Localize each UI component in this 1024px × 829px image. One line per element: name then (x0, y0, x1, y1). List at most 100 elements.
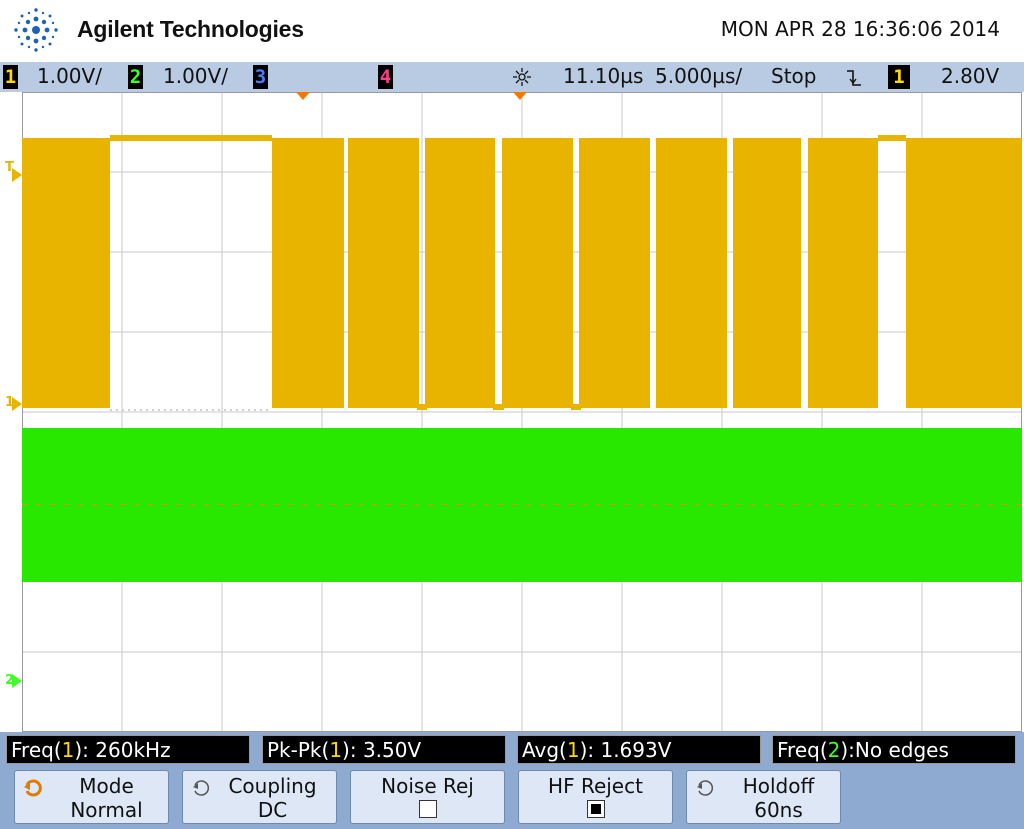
delay-reference-marker (513, 92, 527, 100)
measurement-freq-ch2[interactable]: Freq(2):No edges (772, 735, 1016, 764)
baseline-dot (260, 409, 262, 411)
ch2-center-dash (582, 504, 588, 505)
baseline-dot (164, 409, 166, 411)
ch1-burst (656, 138, 727, 408)
ch2-center-dash (946, 504, 952, 505)
ch2-center-dash (666, 504, 672, 505)
rotary-knob-icon (697, 780, 714, 796)
ch2-center-dash (960, 504, 966, 505)
baseline-dot (200, 409, 202, 411)
ch2-center-dash (806, 504, 812, 505)
ch2-center-dash (610, 504, 616, 505)
ch1-gap-low (493, 404, 504, 410)
ch1-gap-low (571, 404, 581, 410)
ch2-center-dash (218, 504, 224, 505)
trigger-position-marker (296, 92, 310, 100)
ch2-center-dash (428, 504, 434, 505)
ch2-center-dash (890, 504, 896, 505)
holdoff-softkey[interactable]: Holdoff 60ns (686, 770, 841, 824)
measurement-avg-ch1[interactable]: Avg(1): 1.693V (517, 735, 761, 764)
ch2-center-dash (708, 504, 714, 505)
coupling-softkey[interactable]: Coupling DC (182, 770, 337, 824)
measurement-bar: Freq(1): 260kHz Pk-Pk(1): 3.50V Avg(1): … (0, 732, 1024, 767)
baseline-dot (176, 409, 178, 411)
ch1-scale: 1.00V/ (37, 64, 102, 88)
ch2-center-dash (246, 504, 252, 505)
baseline-dot (146, 409, 148, 411)
baseline-dot (248, 409, 250, 411)
ch1-idle-high (878, 135, 906, 141)
ch2-center-dash (204, 504, 210, 505)
ch2-center-dash (22, 504, 28, 505)
ch1-burst (579, 138, 650, 408)
ch2-center-dash (722, 504, 728, 505)
ch2-center-dash (36, 504, 42, 505)
horizontal-reference-icon (513, 68, 531, 86)
ch2-center-dash (176, 504, 182, 505)
ch2-center-dash (876, 504, 882, 505)
ch1-burst (22, 138, 110, 408)
measurement-pkpk-ch1[interactable]: Pk-Pk(1): 3.50V (262, 735, 506, 764)
ch2-center-dash (834, 504, 840, 505)
ch2-center-dash (652, 504, 658, 505)
baseline-dot (206, 409, 208, 411)
hf-reject-checkbox[interactable] (586, 800, 605, 818)
baseline-dot (254, 409, 256, 411)
baseline-dot (152, 409, 154, 411)
baseline-dot (158, 409, 160, 411)
ch2-center-dash (988, 504, 994, 505)
ch2-center-dash (862, 504, 868, 505)
ch2-center-dash (484, 504, 490, 505)
header-bar: Agilent Technologies MON APR 28 16:36:06… (0, 0, 1024, 62)
ch1-indicator[interactable]: 1 (3, 65, 18, 89)
waveform-display[interactable] (22, 92, 1022, 732)
ch2-center-dash (736, 504, 742, 505)
delay-value: 11.10µs (563, 64, 644, 88)
ch2-center-dash (694, 504, 700, 505)
ch2-center-dash (400, 504, 406, 505)
trigger-level: 2.80V (941, 64, 1000, 88)
graticule (22, 92, 1022, 732)
measurement-freq-ch1[interactable]: Freq(1): 260kHz (6, 735, 250, 764)
ch3-indicator[interactable]: 3 (253, 65, 268, 89)
ch2-center-dash (764, 504, 770, 505)
date-time: MON APR 28 16:36:06 2014 (720, 17, 1000, 41)
ch2-center-dash (526, 504, 532, 505)
ch2-center-dash (78, 504, 84, 505)
ch1-burst (272, 138, 344, 408)
ch2-center-dash (624, 504, 630, 505)
noise-reject-checkbox[interactable] (418, 800, 437, 818)
ch2-center-dash (148, 504, 154, 505)
ch2-center-dash (680, 504, 686, 505)
ch2-center-dash (274, 504, 280, 505)
trigger-source-indicator[interactable]: 1 (888, 65, 910, 89)
baseline-dot (212, 409, 214, 411)
ch2-center-dash (50, 504, 56, 505)
ch1-gap-low (417, 404, 427, 410)
ch2-center-dash (750, 504, 756, 505)
baseline-dot (188, 409, 190, 411)
agilent-spark-logo-icon (14, 8, 58, 52)
ch4-indicator[interactable]: 4 (378, 65, 393, 89)
ch2-center-dash (932, 504, 938, 505)
ch1-burst (733, 138, 801, 408)
baseline-dot (218, 409, 220, 411)
ch2-center-dash (330, 504, 336, 505)
mode-softkey[interactable]: Mode Normal (14, 770, 169, 824)
baseline-dot (116, 409, 118, 411)
noise-reject-softkey[interactable]: Noise Rej (350, 770, 505, 824)
baseline-dot (134, 409, 136, 411)
baseline-dot (110, 409, 112, 411)
softkey-bar: Mode Normal Coupling DC Noise Rej HF Rej… (0, 767, 1024, 829)
ch2-center-dash (596, 504, 602, 505)
ch2-indicator[interactable]: 2 (128, 65, 143, 89)
ch2-center-dash (554, 504, 560, 505)
hf-reject-softkey[interactable]: HF Reject (518, 770, 673, 824)
ch2-center-dash (106, 504, 112, 505)
ch2-center-dash (778, 504, 784, 505)
brand-name: Agilent Technologies (77, 16, 304, 42)
ch2-center-dash (344, 504, 350, 505)
ch2-center-dash (456, 504, 462, 505)
ch2-center-dash (848, 504, 854, 505)
rotary-knob-icon (193, 780, 210, 796)
